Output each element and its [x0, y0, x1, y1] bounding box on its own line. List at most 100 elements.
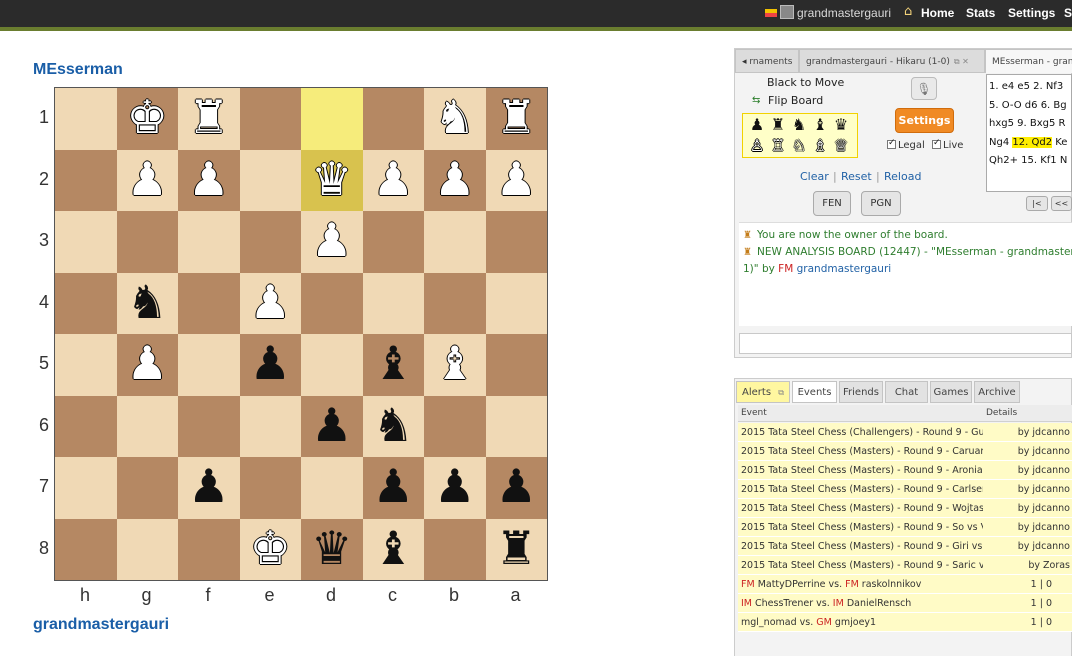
chess-piece[interactable]: ♟: [240, 273, 302, 335]
chess-piece[interactable]: ♟: [424, 457, 486, 519]
reset-link[interactable]: Reset: [841, 170, 872, 183]
board-square[interactable]: [239, 88, 301, 150]
board-square[interactable]: [239, 149, 301, 211]
tab-tournaments[interactable]: ◂ rnaments: [735, 49, 799, 73]
palette-piece[interactable]: ♛: [831, 115, 851, 135]
board-square[interactable]: [116, 395, 178, 457]
board-square[interactable]: [55, 457, 117, 519]
board-square[interactable]: [301, 272, 363, 334]
event-name[interactable]: 2015 Tata Steel Chess (Challengers) - Ro…: [741, 423, 983, 441]
game-row[interactable]: IM ChessTrener vs. IM DanielRensch 1 | 0: [738, 594, 1072, 613]
tab-archive[interactable]: Archive: [974, 381, 1020, 403]
home-link[interactable]: Home: [921, 5, 954, 21]
palette-piece[interactable]: ♝: [810, 115, 830, 135]
tab-friends[interactable]: Friends: [839, 381, 883, 403]
board-square[interactable]: [55, 88, 117, 150]
tab-messerman-game[interactable]: MEsserman - gran: [985, 49, 1072, 73]
palette-piece[interactable]: ♜: [768, 115, 788, 135]
board-square[interactable]: [485, 211, 547, 273]
board-square[interactable]: [362, 211, 424, 273]
event-row[interactable]: 2015 Tata Steel Chess (Masters) - Round …: [738, 461, 1072, 480]
close-icon[interactable]: ⧉ ✕: [954, 50, 969, 72]
chess-piece[interactable]: ♟: [301, 211, 363, 273]
board-square[interactable]: [55, 518, 117, 580]
tab-game-hikaru[interactable]: grandmastergauri - Hikaru (1-0) ⧉ ✕: [799, 49, 985, 73]
event-row[interactable]: 2015 Tata Steel Chess (Masters) - Round …: [738, 480, 1072, 499]
pgn-button[interactable]: PGN: [861, 191, 901, 216]
board-square[interactable]: [55, 395, 117, 457]
move-line[interactable]: 1. e4 e5 2. Nf3: [989, 78, 1069, 97]
popout-icon[interactable]: ⧉: [778, 382, 784, 404]
chess-piece[interactable]: ♟: [117, 150, 179, 212]
chess-piece[interactable]: ♟: [178, 150, 240, 212]
board-square[interactable]: [178, 272, 240, 334]
move-list[interactable]: 1. e4 e5 2. Nf3 5. O-O d6 6. Bg hxg5 9. …: [986, 74, 1072, 192]
fen-button[interactable]: FEN: [813, 191, 851, 216]
board-square[interactable]: [424, 272, 486, 334]
chess-piece[interactable]: ♜: [486, 88, 548, 150]
board-square[interactable]: [424, 518, 486, 580]
avatar[interactable]: [780, 5, 794, 19]
chess-piece[interactable]: ♟: [424, 150, 486, 212]
board-square[interactable]: [55, 272, 117, 334]
event-name[interactable]: 2015 Tata Steel Chess (Masters) - Round …: [741, 442, 983, 460]
palette-piece[interactable]: ♟: [747, 115, 767, 135]
chess-piece[interactable]: ♜: [178, 88, 240, 150]
tab-chat[interactable]: Chat: [885, 381, 928, 403]
board-square[interactable]: [239, 395, 301, 457]
board-square[interactable]: [178, 395, 240, 457]
piece-palette[interactable]: ♟ ♜ ♞ ♝ ♛ ♙ ♖ ♘ ♗ ♕: [742, 113, 858, 158]
chess-piece[interactable]: ♟: [301, 396, 363, 458]
current-move[interactable]: 12. Qd2: [1012, 136, 1053, 148]
tab-events[interactable]: Events: [792, 381, 837, 403]
board-square[interactable]: [116, 211, 178, 273]
chess-board[interactable]: ♚ ♜ ♞ ♜ ♟ ♟ ♛ ♟ ♟ ♟ ♟ ♞ ♟ ♟ ♟ ♝ ♝ ♟ ♞ ♟ ♟ ♟ ♟ ♚ ♛ ♝ ♜: [54, 87, 548, 581]
board-square[interactable]: [239, 211, 301, 273]
chess-piece[interactable]: ♞: [117, 273, 179, 335]
chess-piece[interactable]: ♝: [424, 334, 486, 396]
board-square[interactable]: [362, 272, 424, 334]
board-square[interactable]: [485, 334, 547, 396]
chess-piece[interactable]: ♝: [363, 519, 425, 581]
event-row[interactable]: 2015 Tata Steel Chess (Masters) - Round …: [738, 442, 1072, 461]
chess-piece[interactable]: ♚: [117, 88, 179, 150]
chess-piece[interactable]: ♟: [117, 334, 179, 396]
chess-piece[interactable]: ♟: [363, 150, 425, 212]
board-square[interactable]: [301, 457, 363, 519]
event-name[interactable]: 2015 Tata Steel Chess (Masters) - Round …: [741, 537, 983, 555]
board-square[interactable]: [178, 211, 240, 273]
stats-link[interactable]: Stats: [966, 5, 995, 21]
event-name[interactable]: 2015 Tata Steel Chess (Masters) - Round …: [741, 480, 983, 498]
clear-link[interactable]: Clear: [800, 170, 829, 183]
settings-link[interactable]: Settings: [1008, 5, 1055, 21]
chess-piece[interactable]: ♛: [301, 519, 363, 581]
palette-piece[interactable]: ♕: [831, 136, 851, 156]
user-link[interactable]: grandmastergauri: [797, 263, 892, 275]
event-row[interactable]: 2015 Tata Steel Chess (Masters) - Round …: [738, 537, 1072, 556]
chess-piece[interactable]: ♚: [240, 519, 302, 581]
tab-alerts[interactable]: Alerts ⧉: [736, 381, 790, 403]
move-line[interactable]: hxg5 9. Bxg5 R: [989, 115, 1069, 134]
move-line[interactable]: Ng4 12. Qd2 Ke: [989, 134, 1069, 153]
microphone-button[interactable]: 🎙: [911, 77, 937, 100]
event-name[interactable]: 2015 Tata Steel Chess (Masters) - Round …: [741, 499, 983, 517]
event-name[interactable]: 2015 Tata Steel Chess (Masters) - Round …: [741, 556, 983, 574]
palette-piece[interactable]: ♖: [768, 136, 788, 156]
more-link[interactable]: S: [1064, 5, 1072, 21]
event-name[interactable]: 2015 Tata Steel Chess (Masters) - Round …: [741, 518, 983, 536]
game-players[interactable]: IM ChessTrener vs. IM DanielRensch: [741, 594, 983, 612]
event-row[interactable]: 2015 Tata Steel Chess (Challengers) - Ro…: [738, 423, 1072, 442]
palette-piece[interactable]: ♙: [747, 136, 767, 156]
chess-piece[interactable]: ♟: [486, 457, 548, 519]
bottom-player-name[interactable]: grandmastergauri: [33, 616, 169, 634]
home-icon[interactable]: ⌂: [904, 5, 918, 19]
board-square[interactable]: [178, 518, 240, 580]
chess-piece[interactable]: ♛: [301, 150, 363, 212]
palette-piece[interactable]: ♘: [789, 136, 809, 156]
prev-move-button[interactable]: <<: [1051, 196, 1072, 211]
chess-piece[interactable]: ♟: [178, 457, 240, 519]
board-square[interactable]: [424, 395, 486, 457]
chess-piece[interactable]: ♞: [424, 88, 486, 150]
board-square[interactable]: [239, 457, 301, 519]
event-row[interactable]: 2015 Tata Steel Chess (Masters) - Round …: [738, 556, 1072, 575]
